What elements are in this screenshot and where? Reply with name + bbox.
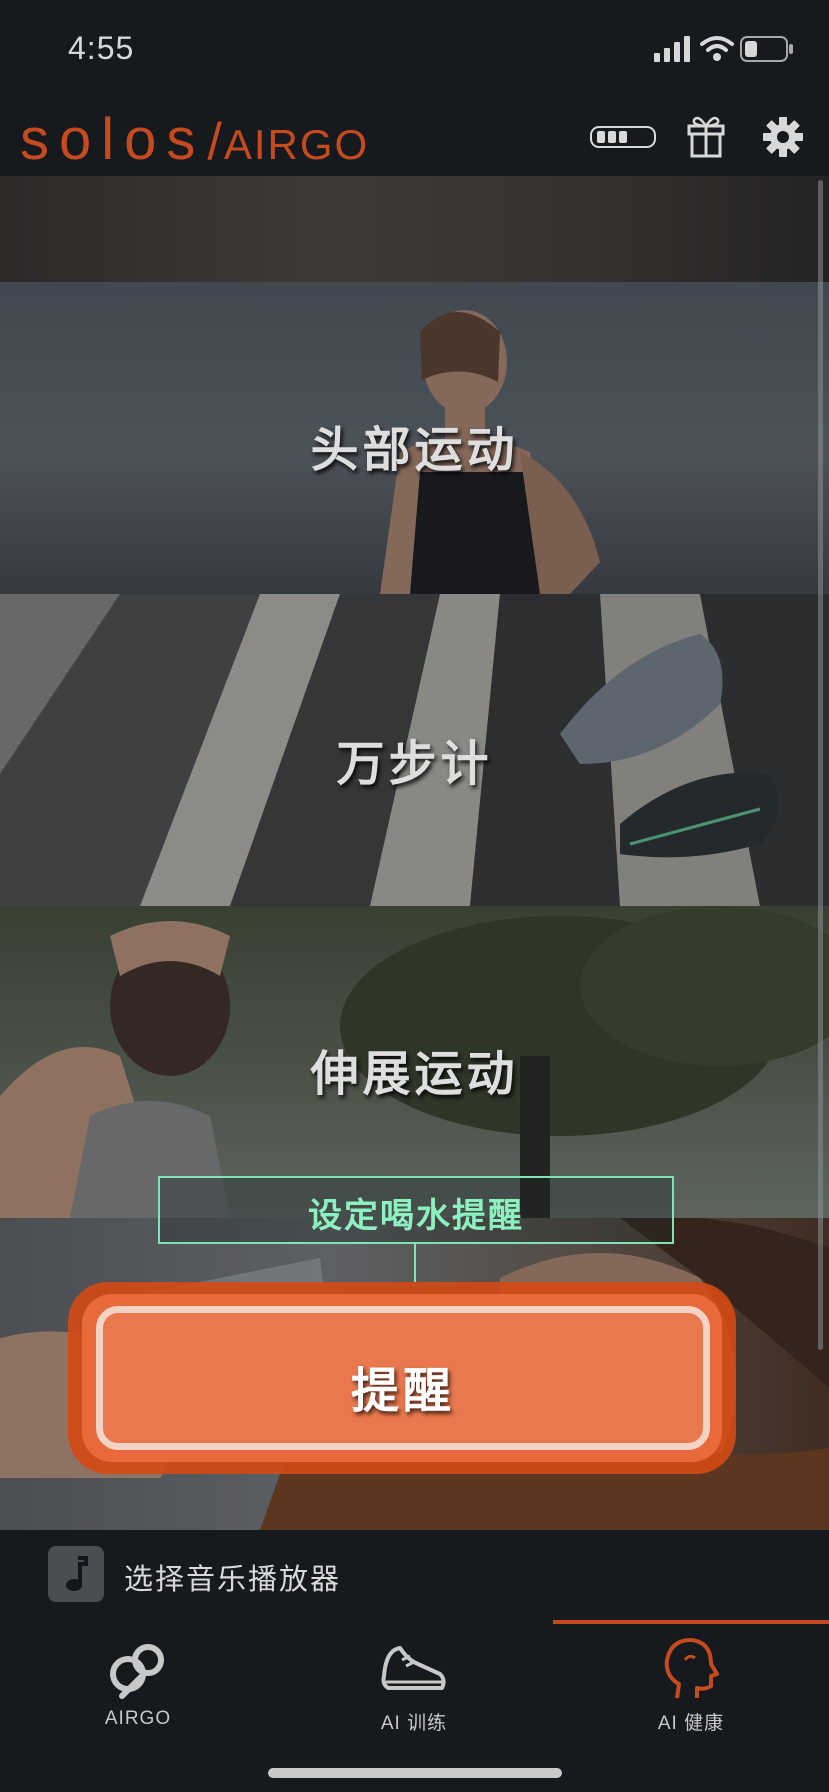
logo-separator: / [207, 113, 222, 171]
battery-level-icon[interactable] [590, 126, 656, 148]
music-player-label: 选择音乐播放器 [124, 1562, 342, 1596]
reminder-button-label: 提醒 [350, 1363, 455, 1419]
card-pedometer[interactable]: 万步计 [0, 594, 829, 906]
card-stretch-exercise[interactable]: 伸展运动 [0, 906, 829, 1218]
tooltip-connector [414, 1242, 416, 1282]
card-overlay [0, 176, 829, 282]
card-label-pedometer: 万步计 [336, 736, 493, 792]
tab-ai-training[interactable]: AI 训练 [276, 1620, 552, 1740]
tooltip-water-reminder: 设定喝水提醒 [158, 1176, 674, 1244]
bottom-tab-bar: AIRGO AI 训练 AI 健康 [0, 1620, 829, 1792]
reminder-button[interactable]: 提醒 [96, 1306, 710, 1450]
tab-airgo[interactable]: AIRGO [0, 1620, 276, 1740]
solos-airgo-logo: solos / AIRGO [20, 106, 370, 172]
tab-ai-health[interactable]: AI 健康 [553, 1620, 829, 1740]
signal-icon [654, 36, 690, 62]
head-profile-icon [664, 1638, 719, 1699]
music-note-icon [48, 1546, 104, 1602]
tab-ai-training-label: AI 训练 [380, 1713, 448, 1734]
card-label-stretch-exercise: 伸展运动 [310, 1046, 519, 1102]
gift-icon[interactable] [686, 112, 726, 158]
tooltip-text: 设定喝水提醒 [308, 1196, 524, 1236]
logo-airgo-text: AIRGO [223, 121, 370, 168]
wifi-icon [700, 36, 734, 61]
airgo-logo-icon [110, 1644, 164, 1699]
card-label-head-exercise: 头部运动 [310, 422, 519, 478]
tab-ai-health-label: AI 健康 [657, 1713, 725, 1734]
gear-icon[interactable] [762, 116, 804, 158]
battery-icon [740, 36, 793, 62]
logo-solos-text: solos [20, 107, 206, 172]
home-indicator[interactable] [268, 1768, 562, 1778]
music-player-selector[interactable]: 选择音乐播放器 [0, 1530, 829, 1622]
app-screen: 4:55 solos / AIRGO 头部运动 万步计 伸展运动 设定喝水提醒 … [0, 0, 829, 1792]
tab-airgo-label: AIRGO [104, 1708, 172, 1729]
status-time: 4:55 [68, 30, 135, 66]
card-partial-top[interactable] [0, 176, 829, 282]
status-bar: 4:55 [0, 0, 829, 98]
card-head-exercise[interactable]: 头部运动 [0, 282, 829, 594]
app-header: solos / AIRGO [0, 98, 829, 177]
scrollbar[interactable] [818, 180, 823, 1350]
sneaker-icon [381, 1646, 446, 1690]
